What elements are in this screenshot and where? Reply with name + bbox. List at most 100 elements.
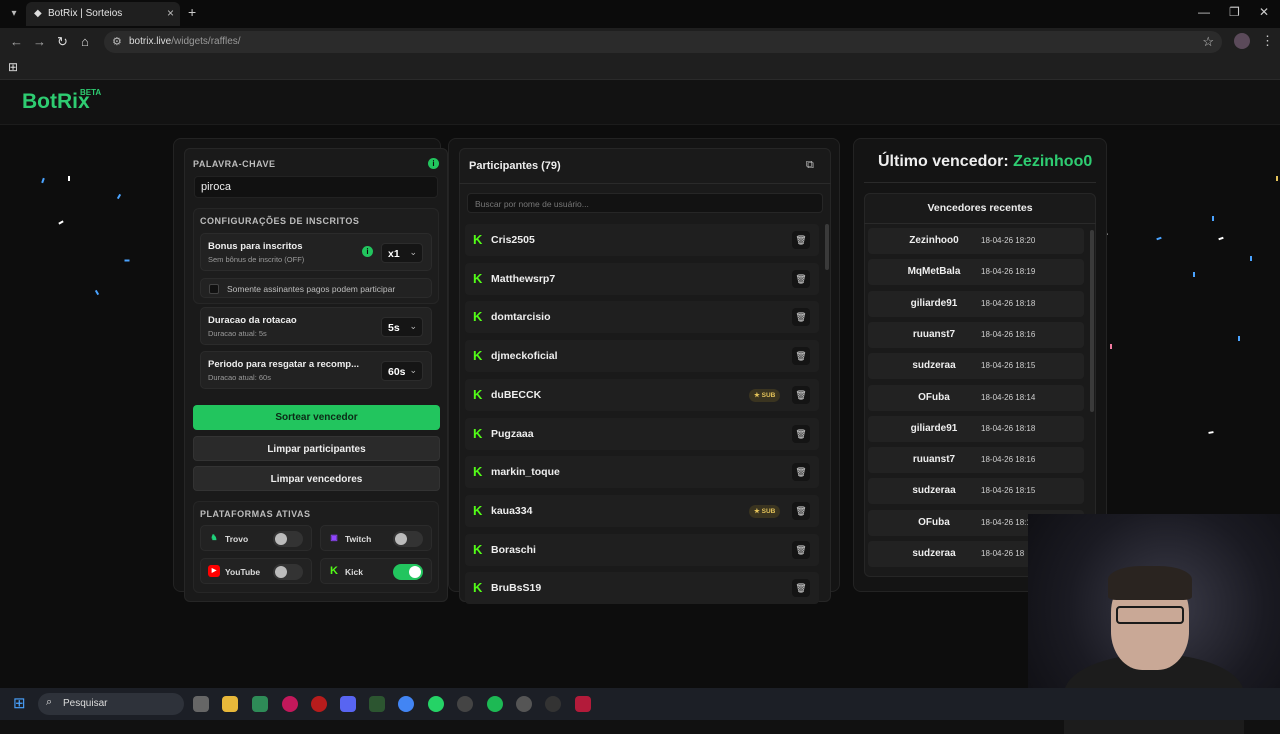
delete-participant-button[interactable]: 🗑 [792,540,810,559]
delete-participant-button[interactable]: 🗑 [792,579,810,598]
apps-grid-icon[interactable]: ⊞ [8,60,18,74]
new-tab-icon[interactable]: + [188,4,196,20]
last-winner-name: Zezinhoo0 [1013,153,1093,170]
bonus-subtitle: Sem bônus de inscrito (OFF) [208,255,305,264]
keyword-input[interactable]: piroca [194,176,438,198]
url-host: botrix.live [129,36,172,47]
delete-participant-button[interactable]: 🗑 [792,308,810,327]
chevron-down-icon: ⌄ [409,365,417,375]
bonus-info-icon[interactable]: i [362,246,373,257]
last-winner-heading: Último vencedor: Zezinhoo0 [878,153,1092,171]
delete-participant-button[interactable]: 🗑 [792,385,810,404]
rotation-select[interactable]: 5s ⌄ [381,317,423,337]
store-icon[interactable] [252,696,268,712]
obs-icon[interactable] [457,696,473,712]
task-view-icon[interactable] [193,696,209,712]
copy-icon[interactable]: ⧉ [806,159,814,172]
rotation-subtitle: Duracao atual: 5s [208,329,267,338]
webcam-person-glasses [1116,606,1184,624]
toggle-knob [275,566,287,578]
browser-menu-icon[interactable]: ⋮ [1261,33,1274,49]
windows-taskbar: ⊞ ⌕ Pesquisar [0,688,1280,720]
redeem-subtitle: Duracao atual: 60s [208,373,271,382]
profile-avatar-icon[interactable] [1234,33,1250,49]
twitch-toggle[interactable] [393,531,423,547]
minimize-icon[interactable]: — [1198,5,1210,19]
windows-start-icon[interactable]: ⊞ [13,696,26,712]
search-icon: ⌕ [46,696,53,708]
toggle-knob [275,533,287,545]
app-icon[interactable] [311,696,327,712]
recent-winner-row: MqMetBala 18-04-26 18:19 [868,259,1084,286]
delete-participant-button[interactable]: 🗑 [792,501,810,520]
participants-scrollbar[interactable] [825,224,829,270]
xbox-icon[interactable] [369,696,385,712]
app-icon[interactable] [545,696,561,712]
delete-participant-button[interactable]: 🗑 [792,269,810,288]
last-winner-label: Último vencedor: [878,153,1009,170]
confetti [1212,216,1214,221]
chrome-icon[interactable] [398,696,414,712]
youtube-icon: ▶ [208,565,220,577]
clear-winners-button[interactable]: Limpar vencedores [193,466,440,491]
settings-gear-icon[interactable] [516,696,532,712]
kick-toggle[interactable] [393,564,423,580]
participant-row: Kkaua334 ★ SUB 🗑 [465,494,819,527]
participant-row: K Cris2505 🗑 [465,224,819,256]
spotify-icon[interactable] [487,696,503,712]
delete-participant-button[interactable]: 🗑 [792,463,810,482]
confetti [1250,256,1252,261]
delete-participant-button[interactable]: 🗑 [792,424,810,443]
winner-time: 18-04-26 18:16 [981,455,1036,465]
paid-only-checkbox[interactable] [209,284,219,294]
bookmark-star-icon[interactable]: ☆ [1202,34,1214,50]
redeem-select[interactable]: 60s ⌄ [381,361,423,381]
participant-search-input[interactable]: Buscar por nome de usuário... [467,193,823,213]
browser-tab[interactable]: ◆ BotRix | Sorteios × [26,2,180,26]
paid-only-row[interactable]: Somente assinantes pagos podem participa… [200,278,432,298]
clear-participants-button[interactable]: Limpar participantes [193,436,440,461]
recent-winner-row: giliarde91 18-04-26 18:18 [868,290,1084,317]
winner-time: 18-04-26 18:15 [981,361,1036,371]
app-icon[interactable] [575,696,591,712]
opera-icon[interactable] [282,696,298,712]
delete-participant-button[interactable]: 🗑 [792,231,810,249]
taskbar-search[interactable]: ⌕ Pesquisar [38,693,184,715]
site-info-icon[interactable]: ⚙ [112,35,122,48]
close-window-icon[interactable]: ✕ [1259,5,1269,19]
confetti [1110,344,1112,349]
file-explorer-icon[interactable] [222,696,238,712]
reload-icon[interactable]: ↻ [57,34,68,50]
youtube-toggle[interactable] [273,564,303,580]
delete-participant-button[interactable]: 🗑 [792,347,810,366]
close-tab-icon[interactable]: × [167,6,174,20]
participant-row: K BruBsS19 🗑 [465,572,819,605]
url-text: botrix.live/widgets/raffles/ [129,36,241,47]
divider [459,183,831,184]
participant-row: Kmarkin_toque 🗑 [465,456,819,489]
address-bar[interactable]: ⚙ botrix.live/widgets/raffles/ ☆ [104,31,1222,53]
winners-scrollbar[interactable] [1090,230,1094,412]
recent-winners-title: Vencedores recentes [927,202,1033,214]
maximize-icon[interactable]: ❐ [1229,5,1240,19]
kick-icon: K [473,348,483,364]
info-icon[interactable]: i [428,158,439,169]
platform-kick: K Kick [320,558,432,584]
winner-time: 18-04-26 18:18 [981,423,1036,433]
recent-winner-row: sudzeraa 18-04-26 18:15 [868,353,1084,380]
trovo-toggle[interactable] [273,531,303,547]
bonus-select[interactable]: x1 ⌄ [381,243,423,263]
chevron-down-icon: ⌄ [409,247,417,257]
draw-winner-button[interactable]: Sortear vencedor [193,405,440,430]
participant-name: duBECCK [491,388,542,401]
home-icon[interactable]: ⌂ [81,34,89,49]
forward-icon[interactable]: → [33,34,46,49]
participant-row: K Boraschi 🗑 [465,533,819,566]
bonus-select-value: x1 [388,248,400,260]
discord-icon[interactable] [340,696,356,712]
back-icon[interactable]: ← [10,34,23,49]
kick-icon: K [473,232,483,247]
tab-search-icon[interactable]: ▾ [6,6,22,22]
kick-icon: K [473,425,483,441]
whatsapp-icon[interactable] [428,696,444,712]
